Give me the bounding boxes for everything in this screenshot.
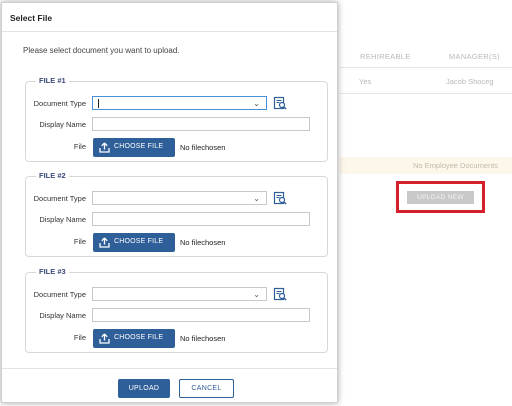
modal-title: Select File [10,13,53,23]
rehireable-cell: Yes [359,77,372,86]
modal-footer-divider [2,368,337,369]
manager-cell: Jacob Shoceg [446,77,494,86]
document-type-label: Document Type [33,194,86,203]
no-file-chosen-text: No filechosen [180,334,226,343]
display-name-input[interactable] [92,117,310,131]
file-section-1: FILE #1 Document Type ⌄ Display Name Fil… [25,76,328,162]
file-label: File [73,333,86,342]
chevron-down-icon: ⌄ [253,194,260,203]
file-section-2: FILE #2 Document Type ⌄ Display Name Fil… [25,171,328,257]
document-search-icon[interactable] [273,287,287,301]
modal-intro-text: Please select document you want to uploa… [23,46,180,55]
file-section-3: FILE #3 Document Type ⌄ Display Name Fil… [25,267,328,353]
column-header-managers: MANAGER(S) [449,52,500,61]
no-file-chosen-text: No filechosen [180,238,226,247]
document-type-label: Document Type [33,290,86,299]
display-name-label: Display Name [39,120,86,129]
document-search-icon[interactable] [273,191,287,205]
file-label: File [73,142,86,151]
upload-button[interactable]: UPLOAD [118,379,170,398]
document-type-select[interactable]: ⌄ [92,191,267,205]
upload-new-button[interactable]: UPLOAD NEW [407,191,474,204]
file-section-legend: FILE #1 [36,76,69,85]
choose-file-button[interactable]: CHOOSE FILE [93,329,175,348]
no-file-chosen-text: No filechosen [180,143,226,152]
table-row-divider [340,93,512,94]
text-cursor [98,99,99,108]
choose-file-button[interactable]: CHOOSE FILE [93,138,175,157]
document-type-select[interactable]: ⌄ [92,96,267,110]
choose-file-label: CHOOSE FILE [114,238,164,245]
file-section-legend: FILE #3 [36,267,69,276]
upload-icon [99,142,110,153]
empty-documents-text: No Employee Documents [412,161,498,170]
highlight-box: UPLOAD NEW [396,181,485,213]
document-search-icon[interactable] [273,96,287,110]
table-header-divider [340,67,512,68]
modal-header: Select File [2,3,337,32]
select-file-modal: Select File Please select document you w… [1,2,338,403]
choose-file-label: CHOOSE FILE [114,143,164,150]
file-section-legend: FILE #2 [36,171,69,180]
document-type-select[interactable]: ⌄ [92,287,267,301]
column-header-rehireable: REHIREABLE [360,52,411,61]
choose-file-label: CHOOSE FILE [114,334,164,341]
cancel-button[interactable]: CANCEL [179,379,234,398]
file-label: File [73,237,86,246]
display-name-input[interactable] [92,212,310,226]
chevron-down-icon: ⌄ [253,99,260,108]
chevron-down-icon: ⌄ [253,290,260,299]
display-name-input[interactable] [92,308,310,322]
empty-documents-row: No Employee Documents [340,157,512,174]
document-type-label: Document Type [33,99,86,108]
upload-icon [99,237,110,248]
display-name-label: Display Name [39,311,86,320]
choose-file-button[interactable]: CHOOSE FILE [93,233,175,252]
upload-icon [99,333,110,344]
display-name-label: Display Name [39,215,86,224]
